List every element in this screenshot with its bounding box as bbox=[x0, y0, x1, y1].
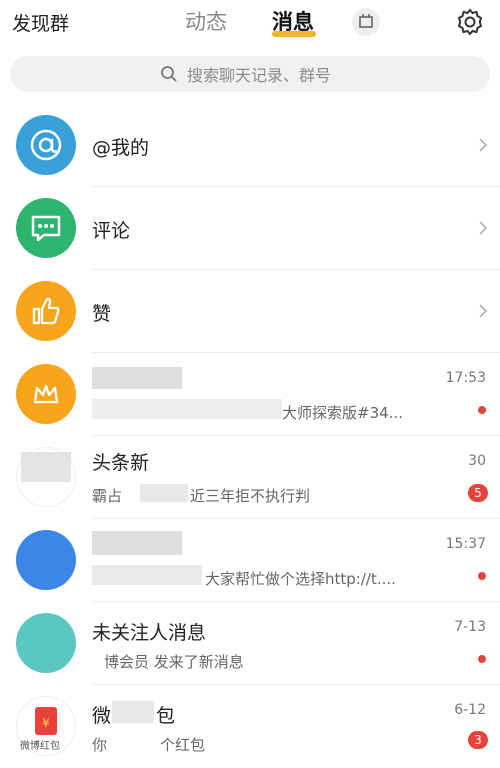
blurred-name bbox=[92, 531, 182, 555]
blurred-preview bbox=[92, 565, 202, 585]
conversation-preview-extra: 个红包 bbox=[160, 736, 206, 754]
blurred-preview bbox=[140, 484, 188, 502]
conversation-title: 头条新 bbox=[92, 452, 150, 474]
list-item-title: 赞 bbox=[92, 303, 112, 325]
conversation-preview-extra: 近三年拒不执行判 bbox=[190, 487, 311, 505]
unread-dot bbox=[478, 406, 486, 414]
conversation-time: 7-13 bbox=[454, 619, 486, 635]
red-packet-avatar: ¥ 微博红包 bbox=[16, 696, 76, 756]
conversation-item[interactable]: 大家帮忙做个选择http://t.... 15:37 bbox=[0, 519, 500, 602]
unread-count-badge: 3 bbox=[468, 731, 488, 749]
comment-icon bbox=[16, 198, 76, 258]
conversation-preview: 博会员 发来了新消息 bbox=[104, 653, 244, 671]
search-input[interactable] bbox=[185, 56, 479, 94]
list-item-title: @我的 bbox=[92, 137, 150, 159]
conversation-time: 17:53 bbox=[445, 370, 486, 386]
at-icon bbox=[16, 115, 76, 175]
search-icon bbox=[160, 65, 178, 83]
avatar-mosaic bbox=[21, 452, 71, 482]
tab-dynamics[interactable]: 动态 bbox=[185, 6, 227, 36]
conversation-item[interactable]: 头条新 霸占 近三年拒不执行判 30 5 bbox=[0, 436, 500, 519]
conversation-preview: 霸占 bbox=[92, 487, 123, 505]
chevron-right-icon bbox=[478, 137, 488, 153]
blurred-name bbox=[112, 701, 154, 723]
chevron-right-icon bbox=[478, 220, 488, 236]
thumbs-up-icon bbox=[16, 281, 76, 341]
active-tab-indicator bbox=[272, 31, 316, 37]
svg-text:¥: ¥ bbox=[42, 716, 50, 730]
unread-dot bbox=[478, 655, 486, 663]
conversation-time: 30 bbox=[468, 453, 486, 469]
search-bar[interactable] bbox=[10, 56, 490, 94]
list-item-title: 评论 bbox=[92, 220, 131, 242]
list-item-mentions[interactable]: @我的 bbox=[0, 104, 500, 187]
inbox-icon[interactable] bbox=[352, 8, 380, 36]
news-avatar bbox=[16, 447, 76, 507]
unread-count-badge: 5 bbox=[468, 484, 488, 502]
conversation-time: 6-12 bbox=[454, 702, 486, 718]
unread-dot bbox=[478, 572, 486, 580]
conversation-item[interactable]: 未关注人消息 博会员 发来了新消息 7-13 bbox=[0, 602, 500, 685]
conversation-title: 微 bbox=[92, 705, 112, 727]
list-item-comments[interactable]: 评论 bbox=[0, 187, 500, 270]
blurred-name bbox=[92, 367, 182, 389]
crown-avatar-icon bbox=[16, 364, 76, 424]
svg-text:微博红包: 微博红包 bbox=[20, 739, 60, 752]
conversation-preview: 大师探索版#34... bbox=[282, 404, 403, 422]
user-avatar bbox=[16, 530, 76, 590]
conversation-preview: 大家帮忙做个选择http://t.... bbox=[205, 570, 396, 588]
conversation-preview: 你 bbox=[92, 736, 108, 754]
blurred-preview bbox=[92, 399, 282, 419]
top-bar: 发现群 动态 消息 bbox=[0, 0, 500, 46]
chevron-right-icon bbox=[478, 303, 488, 319]
gear-icon[interactable] bbox=[455, 7, 485, 37]
list-item-likes[interactable]: 赞 bbox=[0, 270, 500, 353]
conversation-title: 未关注人消息 bbox=[92, 622, 207, 644]
conversation-time: 15:37 bbox=[445, 536, 486, 552]
discover-groups-link[interactable]: 发现群 bbox=[12, 9, 69, 36]
user-avatar bbox=[16, 613, 76, 673]
conversation-title-end: 包 bbox=[156, 705, 176, 727]
conversation-item[interactable]: ¥ 微博红包 微 包 你 个红包 6-12 3 bbox=[0, 685, 500, 768]
conversation-item[interactable]: 大师探索版#34... 17:53 bbox=[0, 353, 500, 436]
